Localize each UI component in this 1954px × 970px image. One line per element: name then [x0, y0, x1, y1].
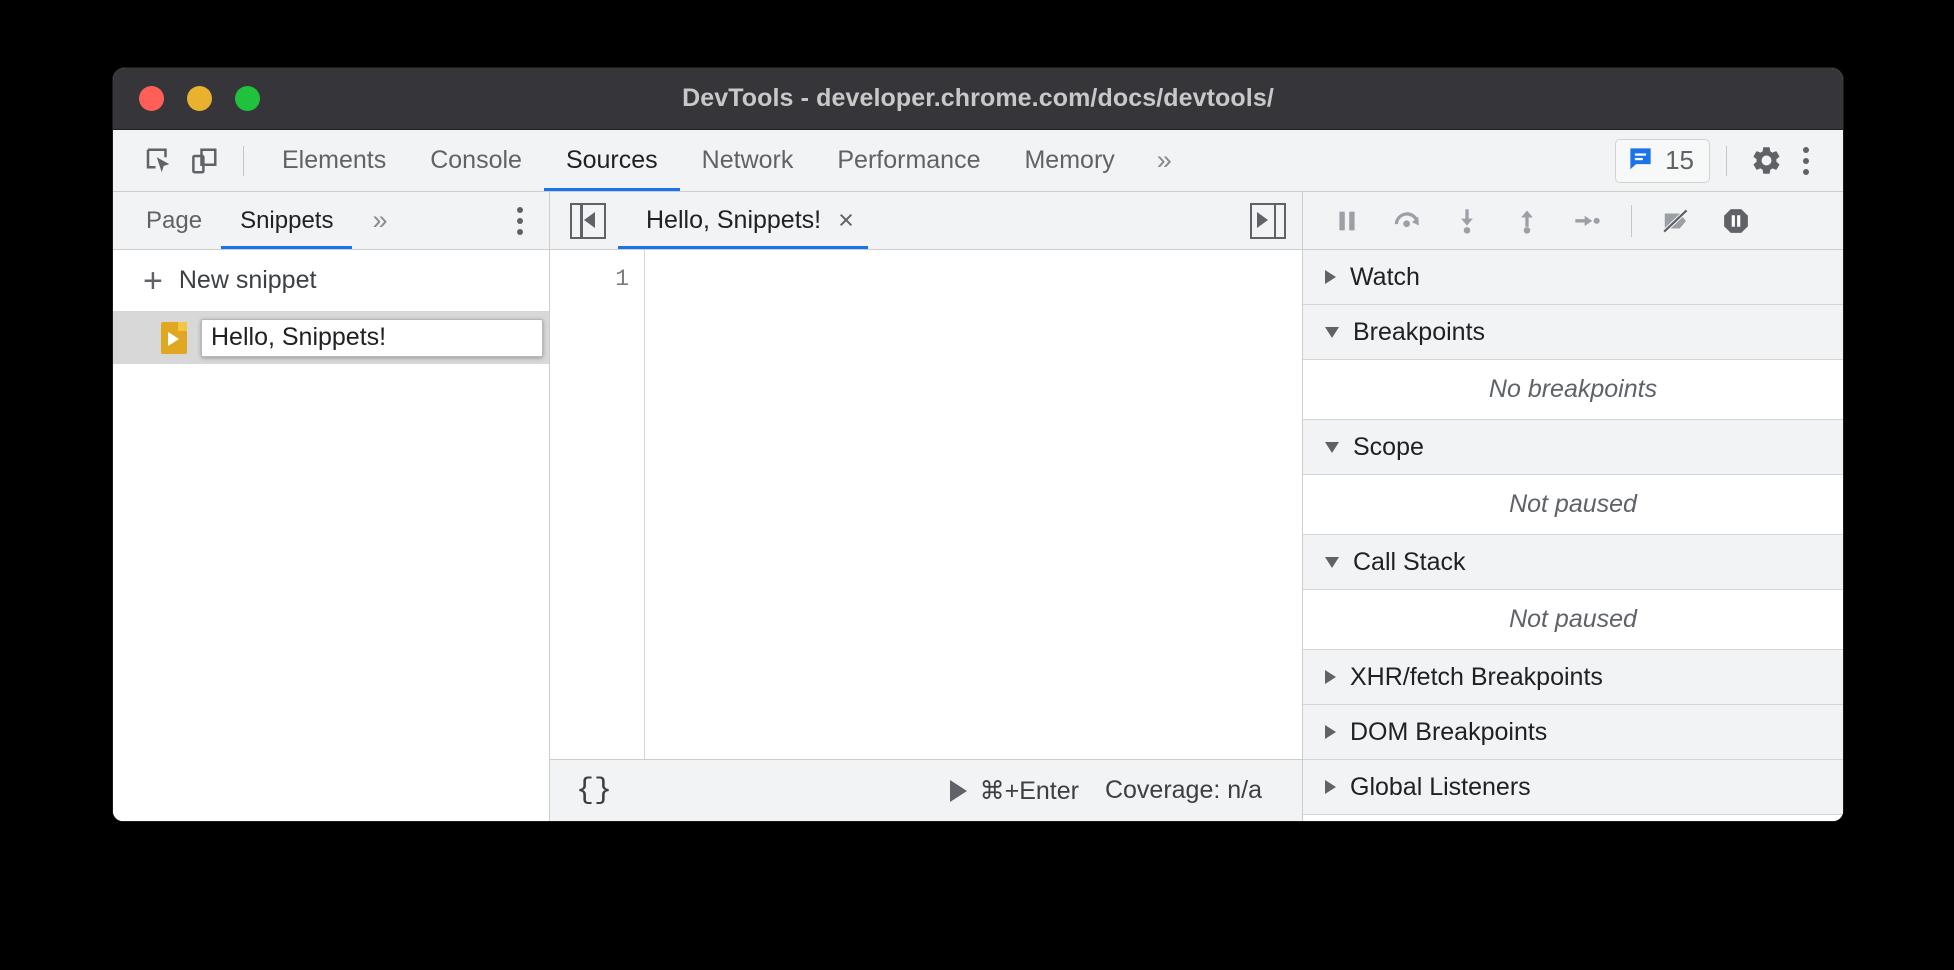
more-panels-icon[interactable]: »	[1137, 145, 1192, 176]
tab-elements[interactable]: Elements	[260, 130, 408, 191]
tab-sources[interactable]: Sources	[544, 130, 680, 191]
message-count: 15	[1665, 145, 1694, 176]
tab-memory[interactable]: Memory	[1002, 130, 1136, 191]
section-title: Global Listeners	[1350, 773, 1531, 802]
customize-devtools-icon[interactable]	[1789, 137, 1823, 185]
window-titlebar: DevTools - developer.chrome.com/docs/dev…	[113, 68, 1843, 130]
call-stack-empty-message: Not paused	[1303, 590, 1843, 650]
section-title: XHR/fetch Breakpoints	[1350, 663, 1603, 692]
more-navigator-tabs-icon[interactable]: »	[352, 205, 407, 236]
window-title: DevTools - developer.chrome.com/docs/dev…	[113, 84, 1843, 113]
chevron-right-icon	[1325, 725, 1336, 739]
nav-tab-snippets[interactable]: Snippets	[221, 192, 352, 249]
section-watch[interactable]: Watch	[1303, 250, 1843, 305]
section-title: Scope	[1353, 433, 1424, 462]
step-out-icon[interactable]	[1505, 199, 1549, 243]
gear-icon[interactable]	[1743, 138, 1789, 184]
section-title: Watch	[1350, 263, 1420, 292]
step-icon[interactable]	[1565, 199, 1609, 243]
toolbar-divider	[243, 146, 244, 176]
editor-footer-right: ⌘+Enter Coverage: n/a	[950, 776, 1262, 806]
step-over-icon[interactable]	[1385, 199, 1429, 243]
tab-performance[interactable]: Performance	[815, 130, 1002, 191]
code-line	[655, 264, 1302, 294]
chevron-right-icon	[1325, 270, 1336, 284]
pause-on-exceptions-icon[interactable]	[1714, 199, 1758, 243]
show-navigator-icon[interactable]	[570, 203, 606, 239]
new-snippet-label: New snippet	[179, 266, 317, 295]
nav-tab-page[interactable]: Page	[127, 192, 221, 249]
snippet-name-input[interactable]	[201, 319, 543, 357]
show-debugger-icon[interactable]	[1250, 203, 1286, 239]
code-editor[interactable]: 1	[550, 250, 1302, 759]
section-xhr-fetch-breakpoints[interactable]: XHR/fetch Breakpoints	[1303, 650, 1843, 705]
chevron-right-icon	[1325, 780, 1336, 794]
play-icon	[950, 780, 967, 802]
panel-tabs: Elements Console Sources Network Perform…	[260, 130, 1192, 191]
snippet-list-item[interactable]	[113, 312, 549, 364]
chevron-down-icon	[1325, 442, 1339, 453]
new-snippet-button[interactable]: + New snippet	[113, 250, 549, 312]
editor-tab-title: Hello, Snippets!	[646, 206, 821, 235]
minimize-window-button[interactable]	[187, 86, 212, 111]
tab-network[interactable]: Network	[680, 130, 816, 191]
section-title: Call Stack	[1353, 548, 1466, 577]
debugger-sidebar: Watch Breakpoints No breakpoints Scope N…	[1303, 192, 1843, 821]
message-icon	[1627, 145, 1654, 177]
toolbar-right-group: 15	[1615, 137, 1843, 185]
line-number: 1	[550, 264, 629, 294]
debugger-toolbar	[1303, 192, 1843, 250]
line-number-gutter: 1	[550, 250, 645, 759]
snippet-list	[113, 312, 549, 821]
plus-icon: +	[143, 264, 163, 298]
section-dom-breakpoints[interactable]: DOM Breakpoints	[1303, 705, 1843, 760]
debugger-sections: Watch Breakpoints No breakpoints Scope N…	[1303, 250, 1843, 821]
debugger-toolbar-divider	[1631, 205, 1632, 237]
run-shortcut-label: ⌘+Enter	[980, 776, 1079, 806]
section-breakpoints[interactable]: Breakpoints	[1303, 305, 1843, 360]
toolbar-divider-right	[1726, 146, 1727, 176]
close-window-button[interactable]	[139, 86, 164, 111]
step-into-icon[interactable]	[1445, 199, 1489, 243]
maximize-window-button[interactable]	[235, 86, 260, 111]
scope-empty-message: Not paused	[1303, 475, 1843, 535]
pretty-print-icon[interactable]: {}	[576, 774, 612, 808]
section-title: DOM Breakpoints	[1350, 718, 1547, 747]
section-scope[interactable]: Scope	[1303, 420, 1843, 475]
editor-tabbar: Hello, Snippets! ×	[550, 192, 1302, 250]
code-content[interactable]	[645, 250, 1302, 759]
editor-footer: {} ⌘+Enter Coverage: n/a	[550, 759, 1302, 821]
devtools-body: Page Snippets » + New snippet	[113, 192, 1843, 821]
editor-tab-hello-snippets[interactable]: Hello, Snippets! ×	[618, 192, 868, 249]
pause-icon[interactable]	[1325, 199, 1369, 243]
devtools-window: DevTools - developer.chrome.com/docs/dev…	[113, 68, 1843, 821]
chevron-down-icon	[1325, 557, 1339, 568]
run-snippet-button[interactable]: ⌘+Enter	[950, 776, 1079, 806]
breakpoints-empty-message: No breakpoints	[1303, 360, 1843, 420]
chevron-right-icon	[1325, 670, 1336, 684]
chevron-down-icon	[1325, 327, 1339, 338]
message-count-badge[interactable]: 15	[1615, 139, 1710, 183]
device-toolbar-icon[interactable]	[181, 138, 227, 184]
editor-panel: Hello, Snippets! × 1 {}	[550, 192, 1303, 821]
snippet-file-icon	[161, 322, 187, 354]
close-icon[interactable]: ×	[838, 207, 854, 234]
deactivate-breakpoints-icon[interactable]	[1654, 199, 1698, 243]
navigator-panel: Page Snippets » + New snippet	[113, 192, 550, 821]
navigator-tabbar: Page Snippets »	[113, 192, 549, 250]
traffic-lights	[139, 86, 260, 111]
coverage-status: Coverage: n/a	[1105, 776, 1262, 805]
inspect-element-icon[interactable]	[135, 138, 181, 184]
section-global-listeners[interactable]: Global Listeners	[1303, 760, 1843, 815]
section-call-stack[interactable]: Call Stack	[1303, 535, 1843, 590]
tab-console[interactable]: Console	[408, 130, 544, 191]
section-title: Breakpoints	[1353, 318, 1485, 347]
navigator-more-options-icon[interactable]	[503, 197, 537, 245]
devtools-main-toolbar: Elements Console Sources Network Perform…	[113, 130, 1843, 192]
